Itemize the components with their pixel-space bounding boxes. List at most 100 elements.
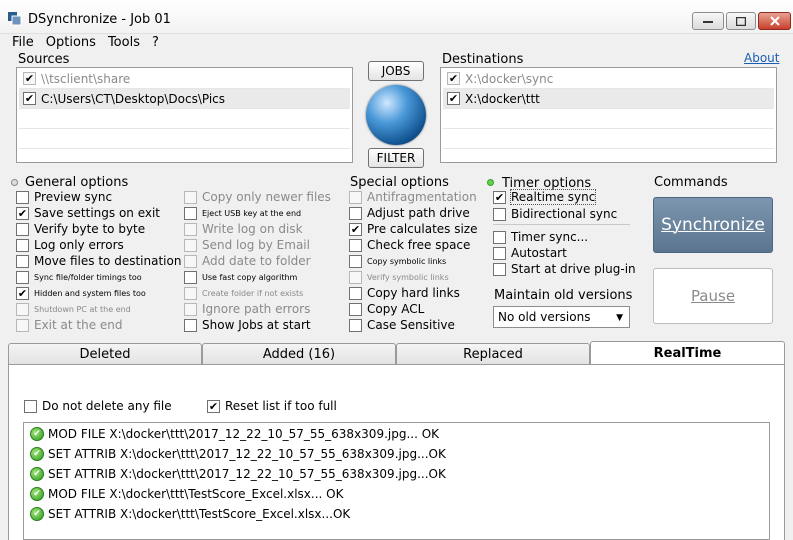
- option-copy-only-newer-files[interactable]: Copy only newer files: [184, 189, 331, 205]
- option-checkbox[interactable]: [16, 302, 29, 316]
- option-checkbox[interactable]: [184, 222, 197, 236]
- synchronize-button[interactable]: Synchronize: [653, 197, 773, 253]
- option-checkbox[interactable]: [16, 222, 29, 236]
- option-checkbox[interactable]: [184, 286, 197, 300]
- option-case-sensitive[interactable]: Case Sensitive: [349, 317, 455, 333]
- option-bidirectional-sync[interactable]: Bidirectional sync: [493, 206, 617, 222]
- source-row[interactable]: ✔ C:\Users\CT\Desktop\Docs\Pics: [19, 89, 350, 109]
- tab-deleted[interactable]: Deleted: [8, 343, 202, 364]
- option-sync-file-folder-timings-too[interactable]: Sync file/folder timings too: [16, 269, 142, 285]
- option-write-log-on-disk[interactable]: Write log on disk: [184, 221, 303, 237]
- option-checkbox[interactable]: [184, 318, 197, 332]
- option-checkbox[interactable]: [184, 238, 197, 252]
- about-link[interactable]: About: [744, 51, 779, 65]
- do-not-delete-option[interactable]: Do not delete any file: [24, 398, 172, 414]
- tab-replaced[interactable]: Replaced: [396, 343, 590, 364]
- option-copy-symbolic-links[interactable]: Copy symbolic links: [349, 253, 446, 269]
- destination-checkbox[interactable]: ✔: [447, 92, 460, 105]
- do-not-delete-checkbox[interactable]: [24, 399, 37, 413]
- option-checkbox[interactable]: [184, 254, 197, 268]
- option-copy-acl[interactable]: Copy ACL: [349, 301, 424, 317]
- option-create-folder-if-not-exists[interactable]: Create folder if not exists: [184, 285, 303, 301]
- option-checkbox[interactable]: [184, 190, 197, 204]
- option-checkbox[interactable]: [16, 190, 29, 204]
- option-checkbox[interactable]: [184, 302, 197, 316]
- option-autostart[interactable]: Autostart: [493, 245, 567, 261]
- option-move-files-to-destination[interactable]: Move files to destination: [16, 253, 181, 269]
- option-checkbox[interactable]: [493, 207, 506, 221]
- option-checkbox[interactable]: [493, 230, 506, 244]
- destinations-list[interactable]: ✔ X:\docker\sync ✔ X:\docker\ttt: [440, 67, 777, 163]
- option-checkbox[interactable]: [16, 238, 29, 252]
- reset-list-option[interactable]: ✔ Reset list if too full: [207, 398, 337, 414]
- option-checkbox[interactable]: [349, 206, 362, 220]
- option-pre-calculates-size[interactable]: ✔ Pre calculates size: [349, 221, 478, 237]
- source-checkbox[interactable]: ✔: [23, 72, 36, 85]
- option-checkbox[interactable]: ✔: [16, 206, 29, 220]
- minimize-button[interactable]: [692, 12, 724, 30]
- option-timer-sync[interactable]: Timer sync...: [493, 229, 588, 245]
- destination-row[interactable]: ✔ X:\docker\ttt: [443, 89, 774, 109]
- source-row[interactable]: ✔ \\tsclient\share: [19, 69, 350, 89]
- chevron-down-icon: ▼: [616, 313, 623, 323]
- option-verify-symbolic-links[interactable]: Verify symbolic links: [349, 269, 449, 285]
- option-checkbox[interactable]: [349, 270, 362, 284]
- option-send-log-by-email[interactable]: Send log by Email: [184, 237, 310, 253]
- option-checkbox[interactable]: [493, 246, 506, 260]
- option-ignore-path-errors[interactable]: Ignore path errors: [184, 301, 310, 317]
- option-checkbox[interactable]: [349, 302, 362, 316]
- option-checkbox[interactable]: ✔: [16, 286, 29, 300]
- option-hidden-and-system-files-too[interactable]: ✔ Hidden and system files too: [16, 285, 146, 301]
- destinations-label: Destinations: [442, 52, 524, 67]
- option-checkbox[interactable]: [493, 262, 506, 276]
- option-checkbox[interactable]: [184, 206, 197, 220]
- sources-list[interactable]: ✔ \\tsclient\share ✔ C:\Users\CT\Desktop…: [16, 67, 353, 163]
- option-eject-usb-key-at-the-end[interactable]: Eject USB key at the end: [184, 205, 301, 221]
- option-checkbox[interactable]: ✔: [493, 190, 506, 204]
- filter-button[interactable]: FILTER: [368, 148, 424, 168]
- option-checkbox[interactable]: [349, 254, 362, 268]
- pause-button[interactable]: Pause: [653, 268, 773, 324]
- option-checkbox[interactable]: [16, 254, 29, 268]
- jobs-button[interactable]: JOBS: [368, 61, 424, 81]
- option-realtime-sync[interactable]: ✔ Realtime sync: [493, 189, 597, 205]
- option-antifragmentation[interactable]: Antifragmentation: [349, 189, 477, 205]
- option-check-free-space[interactable]: Check free space: [349, 237, 470, 253]
- close-button[interactable]: [758, 12, 791, 30]
- menu-tools[interactable]: Tools: [102, 34, 146, 52]
- option-checkbox[interactable]: [349, 238, 362, 252]
- option-use-fast-copy-algorithm[interactable]: Use fast copy algorithm: [184, 269, 297, 285]
- option-checkbox[interactable]: [184, 270, 197, 284]
- tab-added[interactable]: Added (16): [202, 343, 396, 364]
- option-checkbox[interactable]: [349, 286, 362, 300]
- option-exit-at-the-end[interactable]: Exit at the end: [16, 317, 123, 333]
- maximize-button[interactable]: [726, 12, 756, 30]
- menu-options[interactable]: Options: [40, 34, 102, 52]
- option-checkbox[interactable]: ✔: [349, 222, 362, 236]
- option-copy-hard-links[interactable]: Copy hard links: [349, 285, 460, 301]
- option-checkbox[interactable]: [16, 270, 29, 284]
- tab-realtime[interactable]: RealTime: [590, 341, 785, 365]
- option-checkbox[interactable]: [349, 190, 362, 204]
- option-start-at-drive-plug-in[interactable]: Start at drive plug-in: [493, 261, 636, 277]
- option-show-jobs-at-start[interactable]: Show Jobs at start: [184, 317, 311, 333]
- realtime-log[interactable]: ✔ MOD FILE X:\docker\ttt\2017_12_22_10_5…: [23, 422, 770, 540]
- option-preview-sync[interactable]: Preview sync: [16, 189, 112, 205]
- option-log-only-errors[interactable]: Log only errors: [16, 237, 124, 253]
- destination-checkbox[interactable]: ✔: [447, 72, 460, 85]
- log-entry: ✔ SET ATTRIB X:\docker\ttt\2017_12_22_10…: [30, 465, 446, 483]
- option-add-date-to-folder[interactable]: Add date to folder: [184, 253, 311, 269]
- menu-file[interactable]: File: [0, 34, 40, 52]
- option-save-settings-on-exit[interactable]: ✔ Save settings on exit: [16, 205, 160, 221]
- option-shutdown-pc-at-the-end[interactable]: Shutdown PC at the end: [16, 301, 131, 317]
- option-verify-byte-to-byte[interactable]: Verify byte to byte: [16, 221, 145, 237]
- option-checkbox[interactable]: [16, 318, 29, 332]
- option-checkbox[interactable]: [349, 318, 362, 332]
- menu-help[interactable]: ?: [146, 34, 165, 52]
- option-adjust-path-drive[interactable]: Adjust path drive: [349, 205, 470, 221]
- destination-row[interactable]: ✔ X:\docker\sync: [443, 69, 774, 89]
- option-label: Start at drive plug-in: [511, 262, 636, 276]
- source-checkbox[interactable]: ✔: [23, 92, 36, 105]
- old-versions-select[interactable]: No old versions ▼: [493, 306, 630, 328]
- reset-list-checkbox[interactable]: ✔: [207, 399, 220, 413]
